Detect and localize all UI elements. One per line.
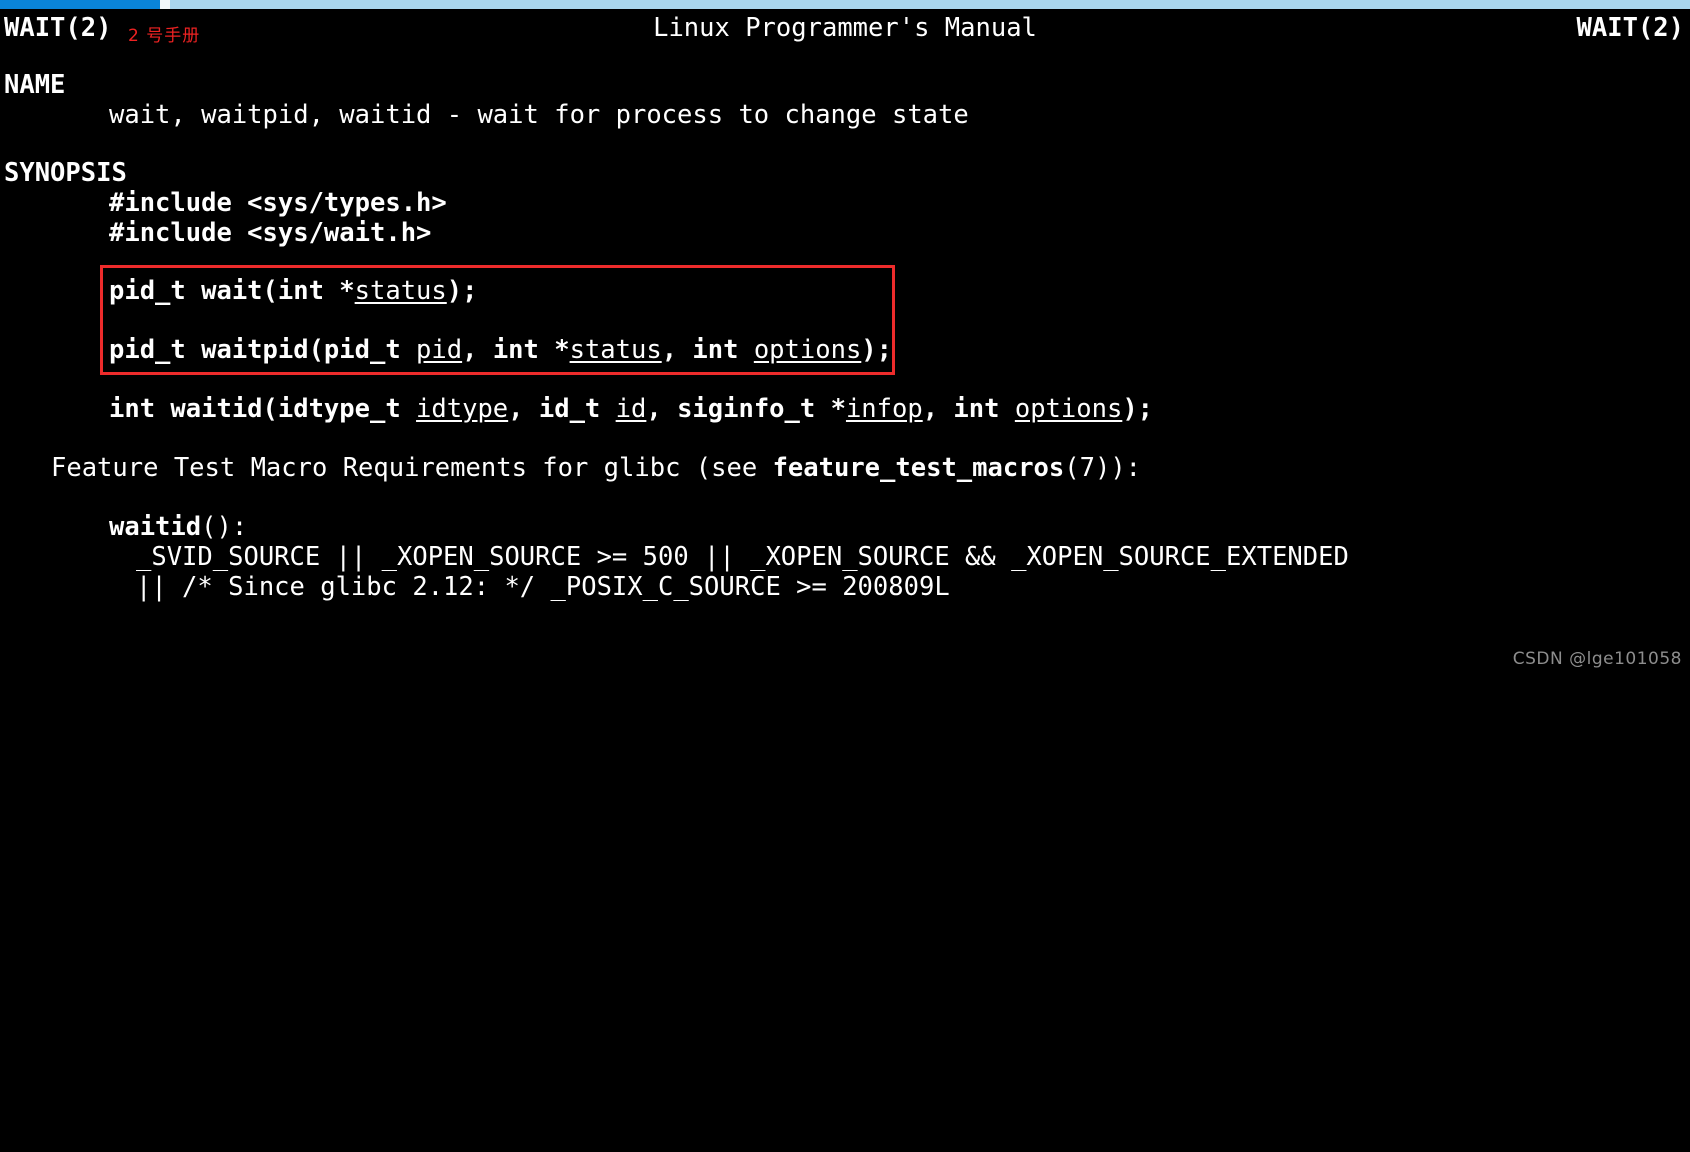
feature-test-macros-reference: feature_test_macros xyxy=(772,453,1065,483)
manpage-terminal: WAIT(2) 2 号手册 Linux Programmer's Manual … xyxy=(0,12,1690,678)
prototype-waitid-arg-idtype: idtype xyxy=(416,394,509,424)
prototype-waitpid-p2: , int * xyxy=(462,335,570,365)
prototype-waitid-arg-id: id xyxy=(615,394,647,424)
prototype-waitpid: pid_t waitpid(pid_t pid, int *status, in… xyxy=(0,335,1690,365)
window-scrollbar[interactable] xyxy=(0,0,1690,9)
macro-requirement-line-2: || /* Since glibc 2.12: */ _POSIX_C_SOUR… xyxy=(136,572,950,602)
prototype-waitpid-arg-pid: pid xyxy=(416,335,463,365)
watermark-text: CSDN @lge101058 xyxy=(1512,649,1682,669)
prototype-waitpid-arg-options: options xyxy=(753,335,862,365)
name-description-line: wait, waitpid, waitid - wait for process… xyxy=(109,100,969,130)
prototype-waitpid-p1: pid_t waitpid(pid_t xyxy=(109,335,417,365)
prototype-waitid-p5: ); xyxy=(1122,394,1154,424)
prototype-waitpid-arg-status: status xyxy=(569,335,662,365)
header-center-title: Linux Programmer's Manual xyxy=(653,13,1037,43)
include-line-sys-types: #include <sys/types.h> xyxy=(109,188,447,218)
prototype-waitid-p4: , int xyxy=(922,394,1015,424)
prototype-wait-pre: pid_t wait(int * xyxy=(109,276,355,306)
prototype-waitid-p1: int waitid(idtype_t xyxy=(109,394,417,424)
feature-test-func-name: waitid xyxy=(109,512,202,542)
prototype-waitid-arg-infop: infop xyxy=(845,394,923,424)
section-heading-name: NAME xyxy=(4,70,66,100)
scrollbar-thumb[interactable] xyxy=(0,0,160,9)
prototype-waitid-p2: , id_t xyxy=(508,394,616,424)
macro-requirement-line-1: _SVID_SOURCE || _XOPEN_SOURCE >= 500 || … xyxy=(136,542,1349,572)
include-line-sys-wait: #include <sys/wait.h> xyxy=(109,218,432,248)
prototype-wait-arg-status: status xyxy=(354,276,447,306)
header-right-title: WAIT(2) xyxy=(1576,13,1684,43)
feature-test-lead: Feature Test Macro Requirements for glib… xyxy=(51,453,773,483)
prototype-waitpid-p4: ); xyxy=(861,335,893,365)
prototype-wait-post: ); xyxy=(446,276,478,306)
scrollbar-gap xyxy=(160,0,170,9)
prototype-waitpid-p3: , int xyxy=(661,335,754,365)
scrollbar-track[interactable] xyxy=(170,0,1690,9)
prototype-waitid-arg-options: options xyxy=(1014,394,1123,424)
feature-test-func-suffix: (): xyxy=(201,512,248,542)
section-heading-synopsis: SYNOPSIS xyxy=(4,158,127,188)
prototype-wait: pid_t wait(int *status); xyxy=(0,276,1690,306)
feature-test-func-line: waitid(): xyxy=(0,512,1690,542)
prototype-waitid-p3: , siginfo_t * xyxy=(646,394,846,424)
prototype-waitid: int waitid(idtype_t idtype, id_t id, sig… xyxy=(0,394,1690,424)
feature-test-heading: Feature Test Macro Requirements for glib… xyxy=(0,453,1690,483)
manpage-header: WAIT(2) 2 号手册 Linux Programmer's Manual … xyxy=(0,12,1690,46)
feature-test-tail: (7)): xyxy=(1064,453,1142,483)
